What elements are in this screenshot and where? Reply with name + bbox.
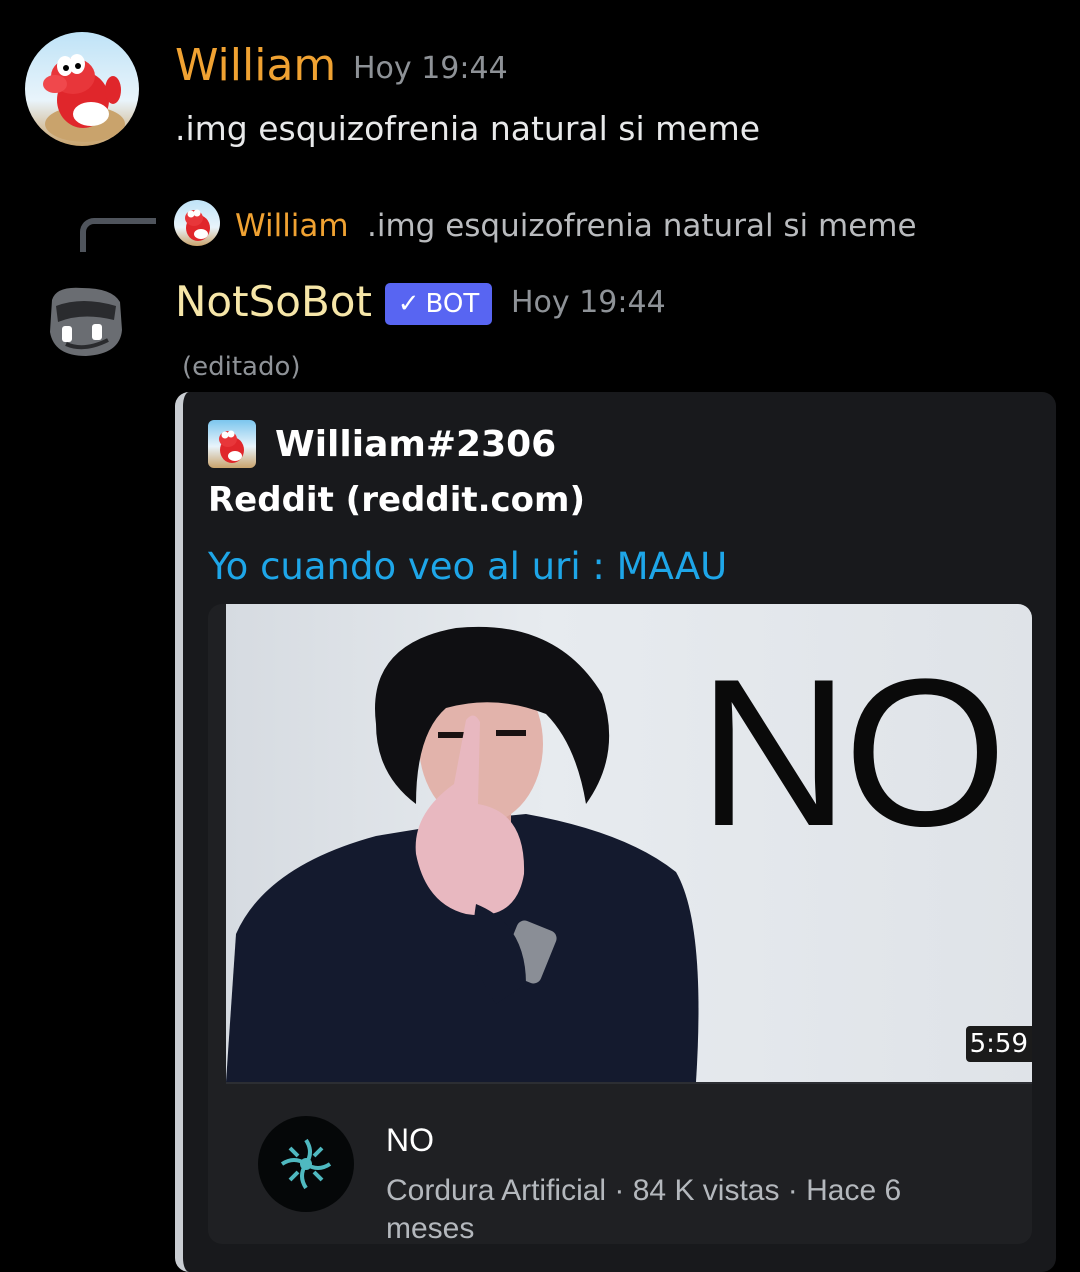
message-content: .img esquizofrenia natural si meme xyxy=(175,109,761,148)
video-thumbnail[interactable]: NO 5:59 xyxy=(226,604,1032,1082)
bot-badge-label: BOT xyxy=(425,289,480,319)
video-info: NO Cordura Artificial · 84 K vistas · Ha… xyxy=(226,1082,1032,1244)
check-icon: ✓ xyxy=(397,289,420,319)
video-duration: 5:59 xyxy=(966,1026,1032,1062)
message-timestamp: Hoy 19:44 xyxy=(353,51,508,86)
bot-badge: ✓ BOT xyxy=(385,283,492,325)
embed-provider: Reddit (reddit.com) xyxy=(208,480,586,520)
embed-title-link[interactable]: Yo cuando veo al uri : MAAU xyxy=(208,545,727,588)
thumbnail-overlay-text: NO xyxy=(698,635,1007,870)
notsobot-avatar[interactable] xyxy=(42,280,126,364)
channel-avatar[interactable] xyxy=(258,1116,354,1212)
reply-avatar[interactable] xyxy=(174,200,220,246)
video-meta: Cordura Artificial · 84 K vistas · Hace … xyxy=(386,1174,902,1244)
embed-author-avatar[interactable] xyxy=(208,420,256,468)
reply-connector-icon xyxy=(80,218,156,252)
reply-author[interactable]: William xyxy=(235,208,349,244)
video-title[interactable]: NO xyxy=(386,1122,434,1159)
bot-author[interactable]: NotSoBot xyxy=(175,281,372,323)
reply-content[interactable]: .img esquizofrenia natural si meme xyxy=(367,208,917,244)
embed-author[interactable]: William#2306 xyxy=(275,424,556,465)
bot-timestamp: Hoy 19:44 xyxy=(511,285,666,320)
edited-label: (editado) xyxy=(182,352,301,382)
william-avatar[interactable] xyxy=(25,32,139,146)
message-author[interactable]: William xyxy=(175,44,336,88)
video-embed[interactable]: NO 5:59 NO Cordura Artificial · 84 K vis… xyxy=(208,604,1032,1244)
